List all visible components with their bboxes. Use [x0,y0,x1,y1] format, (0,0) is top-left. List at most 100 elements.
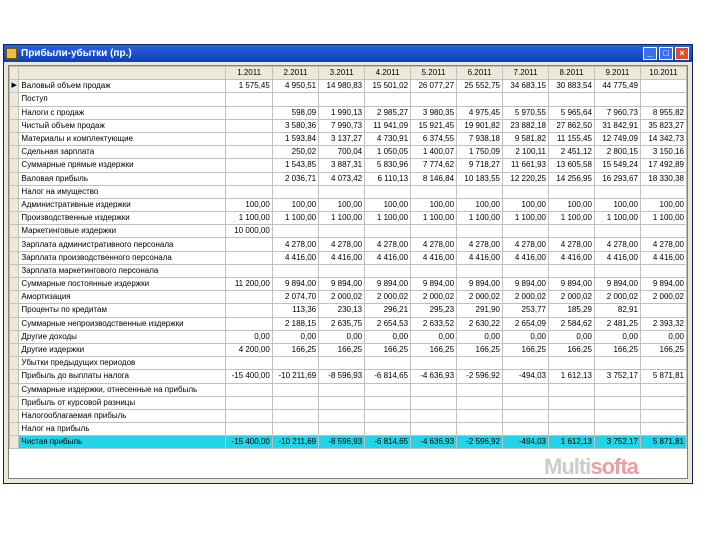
value-cell[interactable] [456,92,503,107]
value-cell[interactable]: 1 100,00 [547,211,595,226]
value-cell[interactable] [456,224,503,239]
value-cell[interactable]: 1 990,13 [318,105,366,120]
value-cell[interactable] [271,224,320,239]
value-cell[interactable] [271,356,320,371]
value-cell[interactable]: 100,00 [364,197,412,213]
value-cell[interactable] [502,92,549,107]
value-cell[interactable] [547,356,595,371]
value-cell[interactable] [225,316,273,331]
value-cell[interactable] [410,422,458,437]
value-cell[interactable] [547,408,595,424]
value-cell[interactable]: 6 110,13 [364,171,412,186]
value-cell[interactable]: 7 990,73 [318,118,366,133]
table-row[interactable]: Проценты по кредитам 113,36 230,13 296,21 29… [9,303,687,318]
maximize-icon[interactable]: □ [659,47,673,60]
value-cell[interactable]: 4 073,42 [318,171,366,186]
value-cell[interactable] [502,356,549,371]
table-row[interactable]: Сдельная зарплата 250,02 700,04 1 050,05 1 4… [9,145,687,160]
value-cell[interactable] [318,224,366,239]
value-cell[interactable]: 4 416,00 [639,250,687,265]
value-cell[interactable] [225,250,273,265]
value-cell[interactable]: 1 050,05 [364,145,412,160]
value-cell[interactable]: 4 278,00 [364,237,412,252]
value-cell[interactable] [456,263,503,279]
value-cell[interactable]: 4 416,00 [547,250,595,265]
value-cell[interactable] [364,395,412,410]
value-cell[interactable] [225,382,273,397]
value-cell[interactable] [225,422,273,437]
table-row[interactable]: Налогооблагаемая прибыль [9,408,687,424]
value-cell[interactable]: 166,25 [547,342,595,358]
column-header[interactable]: 9.2011 [593,66,641,81]
value-cell[interactable] [410,92,458,107]
table-row[interactable]: Валовая прибыль 2 036,71 4 073,42 6 110,13 8… [9,171,687,186]
table-row[interactable]: Налог на имущество [9,184,687,199]
value-cell[interactable] [225,395,273,410]
table-row[interactable]: Суммарные постоянные издержки 11 200,00 9 … [9,276,687,292]
value-cell[interactable] [547,263,595,279]
value-cell[interactable] [593,92,641,107]
value-cell[interactable] [364,224,412,239]
value-cell[interactable]: 9 894,00 [547,276,595,292]
value-cell[interactable] [225,131,273,147]
value-cell[interactable]: 100,00 [225,197,273,213]
value-cell[interactable] [318,184,366,199]
value-cell[interactable]: 1 100,00 [639,211,687,226]
table-row[interactable]: Маркетинговые издержки 10 000,00 [9,224,687,239]
value-cell[interactable] [410,408,458,424]
value-cell[interactable] [639,408,687,424]
column-header[interactable]: 2.2011 [271,66,320,81]
value-cell[interactable] [502,224,549,239]
value-cell[interactable]: 4 730,91 [364,131,412,147]
value-cell[interactable] [364,422,412,437]
value-cell[interactable]: 14 980,83 [318,79,366,94]
value-cell[interactable]: 9 894,00 [593,276,641,292]
value-cell[interactable]: 0,00 [593,329,641,344]
table-row[interactable]: Зарплата административного персонала 4 27… [9,237,687,252]
value-cell[interactable]: -494,03 [502,435,549,450]
table-row[interactable]: Налог на прибыль [9,422,687,437]
value-cell[interactable] [639,92,687,107]
value-cell[interactable]: -4 636,93 [410,369,458,384]
value-cell[interactable]: 7 960,73 [593,105,641,120]
value-cell[interactable]: 4 278,00 [318,237,366,252]
value-cell[interactable]: 4 278,00 [456,237,503,252]
table-row[interactable]: Зарплата производственного персонала 4 41… [9,250,687,265]
value-cell[interactable]: 3 752,17 [593,369,641,384]
value-cell[interactable] [593,224,641,239]
table-row[interactable]: Чистый объем продаж 3 580,36 7 990,73 11 94… [9,118,687,133]
value-cell[interactable] [225,303,273,318]
value-cell[interactable] [547,224,595,239]
value-cell[interactable] [318,422,366,437]
value-cell[interactable]: 4 416,00 [318,250,366,265]
value-cell[interactable]: 253,77 [502,303,549,318]
value-cell[interactable]: 25 552,75 [456,79,503,94]
value-cell[interactable] [225,184,273,199]
value-cell[interactable]: 4 416,00 [502,250,549,265]
value-cell[interactable] [364,408,412,424]
value-cell[interactable]: 1 575,45 [225,79,273,94]
value-cell[interactable]: 230,13 [318,303,366,318]
value-cell[interactable] [318,356,366,371]
value-cell[interactable]: 12 749,09 [593,131,641,147]
value-cell[interactable] [639,224,687,239]
value-cell[interactable] [364,184,412,199]
value-cell[interactable]: 11 941,09 [364,118,412,133]
value-cell[interactable]: 9 894,00 [364,276,412,292]
value-cell[interactable] [271,263,320,279]
value-cell[interactable]: 0,00 [318,329,366,344]
value-cell[interactable]: 26 077,27 [410,79,458,94]
value-cell[interactable]: 5 830,96 [364,158,412,173]
window-titlebar[interactable]: Прибыли-убытки (пр.) _ □ × [4,45,692,62]
value-cell[interactable]: 2 800,15 [593,145,641,160]
value-cell[interactable] [410,395,458,410]
value-cell[interactable]: 1 543,85 [271,158,320,173]
value-cell[interactable] [225,158,273,173]
value-cell[interactable]: 2 654,53 [364,316,412,331]
value-cell[interactable]: 295,23 [410,303,458,318]
value-cell[interactable] [593,356,641,371]
value-cell[interactable] [410,224,458,239]
value-cell[interactable]: 10 000,00 [225,224,273,239]
value-cell[interactable]: 166,25 [364,342,412,358]
value-cell[interactable]: 27 862,50 [547,118,595,133]
